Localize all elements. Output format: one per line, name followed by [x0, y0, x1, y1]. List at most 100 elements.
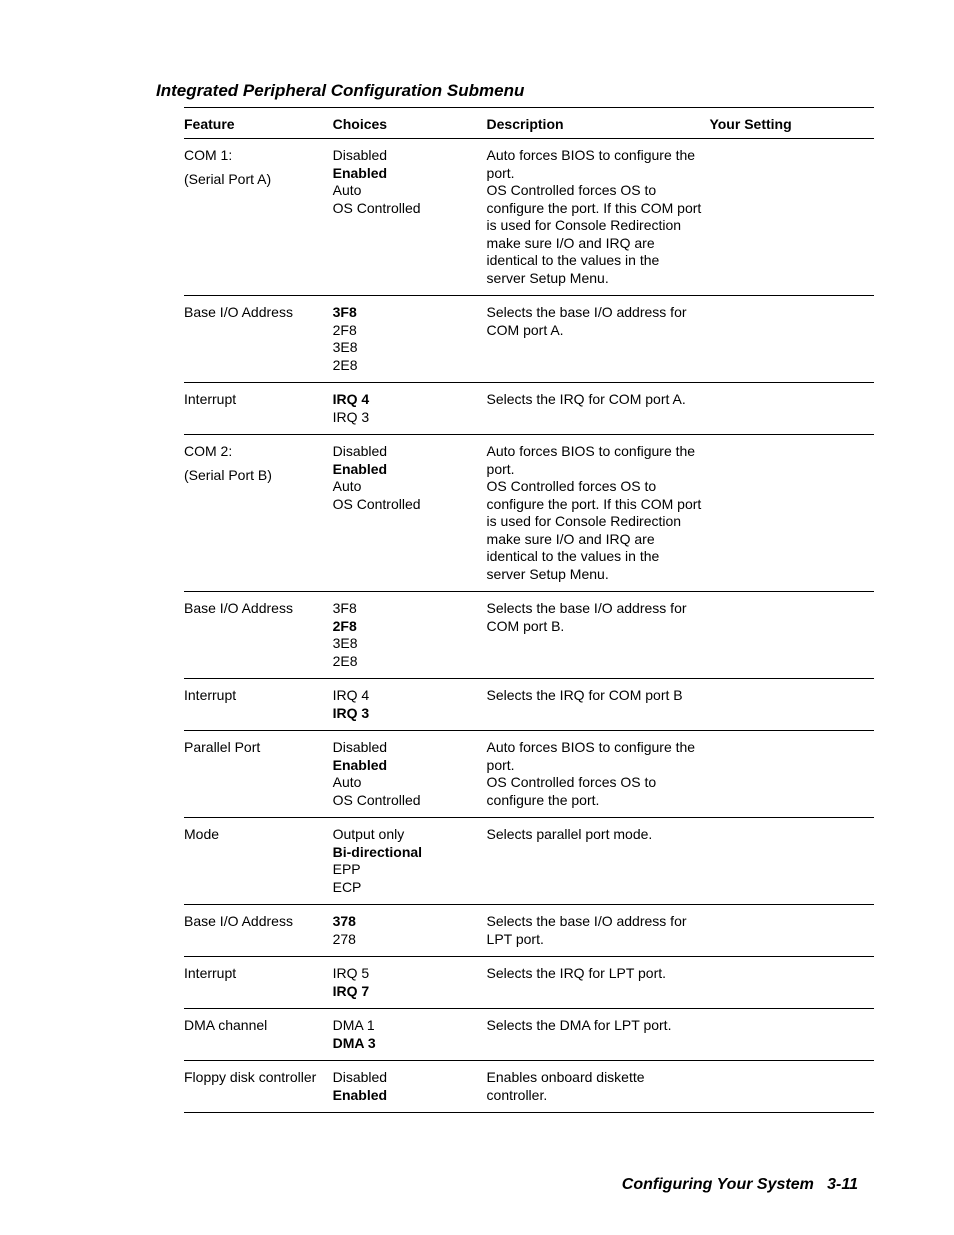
- choice-option: 3F8: [333, 304, 479, 322]
- feature-main: Base I/O Address: [184, 913, 325, 931]
- feature-main: Floppy disk controller: [184, 1069, 325, 1087]
- choice-option: 278: [333, 931, 479, 949]
- cell-choices: IRQ 4IRQ 3: [333, 383, 487, 435]
- cell-description: Auto forces BIOS to configure the port. …: [487, 435, 710, 592]
- choice-option: IRQ 7: [333, 983, 479, 1001]
- cell-description: Auto forces BIOS to configure the port. …: [487, 731, 710, 818]
- choice-option: 2F8: [333, 618, 479, 636]
- choice-option: Auto: [333, 774, 479, 792]
- choice-option: Auto: [333, 478, 479, 496]
- choice-option: Enabled: [333, 165, 479, 183]
- th-choices: Choices: [333, 108, 487, 139]
- choice-option: Disabled: [333, 739, 479, 757]
- choice-option: OS Controlled: [333, 792, 479, 810]
- cell-your-setting: [709, 296, 874, 383]
- choice-option: 3F8: [333, 600, 479, 618]
- cell-choices: DisabledEnabledAutoOS Controlled: [333, 139, 487, 296]
- footer-page-number: 3-11: [827, 1176, 858, 1193]
- cell-feature: Interrupt: [184, 679, 333, 731]
- table-row: Base I/O Address3F82F83E82E8Selects the …: [184, 592, 874, 679]
- choice-option: 2E8: [333, 653, 479, 671]
- cell-your-setting: [709, 1009, 874, 1061]
- table-row: DMA channelDMA 1DMA 3Selects the DMA for…: [184, 1009, 874, 1061]
- cell-description: Selects the IRQ for COM port B: [487, 679, 710, 731]
- cell-feature: COM 2:(Serial Port B): [184, 435, 333, 592]
- feature-main: Mode: [184, 826, 325, 844]
- choice-option: IRQ 4: [333, 391, 479, 409]
- table-row: Interrupt IRQ 4IRQ 3Selects the IRQ for C…: [184, 679, 874, 731]
- choice-option: 3E8: [333, 339, 479, 357]
- feature-sub: (Serial Port A): [184, 171, 325, 189]
- feature-main: Parallel Port: [184, 739, 325, 757]
- cell-choices: DMA 1DMA 3: [333, 1009, 487, 1061]
- choice-option: OS Controlled: [333, 200, 479, 218]
- feature-main: Base I/O Address: [184, 304, 325, 322]
- cell-feature: Parallel Port: [184, 731, 333, 818]
- choice-option: Disabled: [333, 1069, 479, 1087]
- cell-feature: Base I/O Address: [184, 905, 333, 957]
- choice-option: IRQ 4: [333, 687, 479, 705]
- choice-option: DMA 3: [333, 1035, 479, 1053]
- cell-feature: Interrupt: [184, 383, 333, 435]
- choice-option: OS Controlled: [333, 496, 479, 514]
- cell-choices: IRQ 4IRQ 3: [333, 679, 487, 731]
- table-row: Parallel Port DisabledEnabledAutoOS Contr…: [184, 731, 874, 818]
- choice-option: 2E8: [333, 357, 479, 375]
- choice-option: Disabled: [333, 147, 479, 165]
- cell-your-setting: [709, 818, 874, 905]
- cell-feature: Base I/O Address: [184, 296, 333, 383]
- th-description: Description: [487, 108, 710, 139]
- cell-choices: 3F82F83E82E8: [333, 592, 487, 679]
- footer-text: Configuring Your System: [622, 1176, 814, 1193]
- cell-choices: Output onlyBi-directionalEPPECP: [333, 818, 487, 905]
- feature-main: DMA channel: [184, 1017, 325, 1035]
- document-page: Integrated Peripheral Configuration Subm…: [0, 0, 954, 1235]
- page-footer: Configuring Your System 3-11: [622, 1176, 858, 1194]
- feature-main: COM 1:: [184, 147, 325, 165]
- feature-main: Interrupt: [184, 965, 325, 983]
- config-table: Feature Choices Description Your Setting…: [184, 107, 874, 1113]
- cell-feature: Interrupt: [184, 957, 333, 1009]
- choice-option: Output only: [333, 826, 479, 844]
- cell-choices: 378278: [333, 905, 487, 957]
- cell-feature: Floppy disk controller: [184, 1061, 333, 1113]
- choice-option: 378: [333, 913, 479, 931]
- choice-option: Enabled: [333, 757, 479, 775]
- cell-choices: DisabledEnabledAutoOS Controlled: [333, 731, 487, 818]
- cell-description: Selects the base I/O address for COM por…: [487, 592, 710, 679]
- cell-description: Selects parallel port mode.: [487, 818, 710, 905]
- cell-your-setting: [709, 1061, 874, 1113]
- cell-your-setting: [709, 957, 874, 1009]
- choice-option: IRQ 5: [333, 965, 479, 983]
- choice-option: ECP: [333, 879, 479, 897]
- table-body: COM 1:(Serial Port A)DisabledEnabledAuto…: [184, 139, 874, 1113]
- choice-option: DMA 1: [333, 1017, 479, 1035]
- cell-your-setting: [709, 905, 874, 957]
- cell-choices: 3F82F83E82E8: [333, 296, 487, 383]
- cell-your-setting: [709, 731, 874, 818]
- choice-option: Bi-directional: [333, 844, 479, 862]
- cell-feature: COM 1: (Serial Port A): [184, 139, 333, 296]
- table-row: COM 2:(Serial Port B)DisabledEnabledAuto…: [184, 435, 874, 592]
- choice-option: Auto: [333, 182, 479, 200]
- feature-sub: (Serial Port B): [184, 467, 325, 485]
- feature-main: Interrupt: [184, 391, 325, 409]
- cell-description: Selects the DMA for LPT port.: [487, 1009, 710, 1061]
- choice-option: Disabled: [333, 443, 479, 461]
- cell-description: Auto forces BIOS to configure the port. …: [487, 139, 710, 296]
- feature-main: Interrupt: [184, 687, 325, 705]
- cell-description: Selects the IRQ for COM port A.: [487, 383, 710, 435]
- table-header-row: Feature Choices Description Your Setting: [184, 108, 874, 139]
- th-feature: Feature: [184, 108, 333, 139]
- choice-option: Enabled: [333, 1087, 479, 1105]
- cell-choices: IRQ 5IRQ 7: [333, 957, 487, 1009]
- choice-option: 3E8: [333, 635, 479, 653]
- table-row: COM 1:(Serial Port A)DisabledEnabledAuto…: [184, 139, 874, 296]
- table-row: Base I/O Address3F82F83E82E8Selects the …: [184, 296, 874, 383]
- table-row: InterruptIRQ 5IRQ 7Selects the IRQ for L…: [184, 957, 874, 1009]
- cell-your-setting: [709, 435, 874, 592]
- cell-feature: Base I/O Address: [184, 592, 333, 679]
- choice-option: EPP: [333, 861, 479, 879]
- table-row: ModeOutput onlyBi-directionalEPPECPSelec…: [184, 818, 874, 905]
- th-your-setting: Your Setting: [709, 108, 874, 139]
